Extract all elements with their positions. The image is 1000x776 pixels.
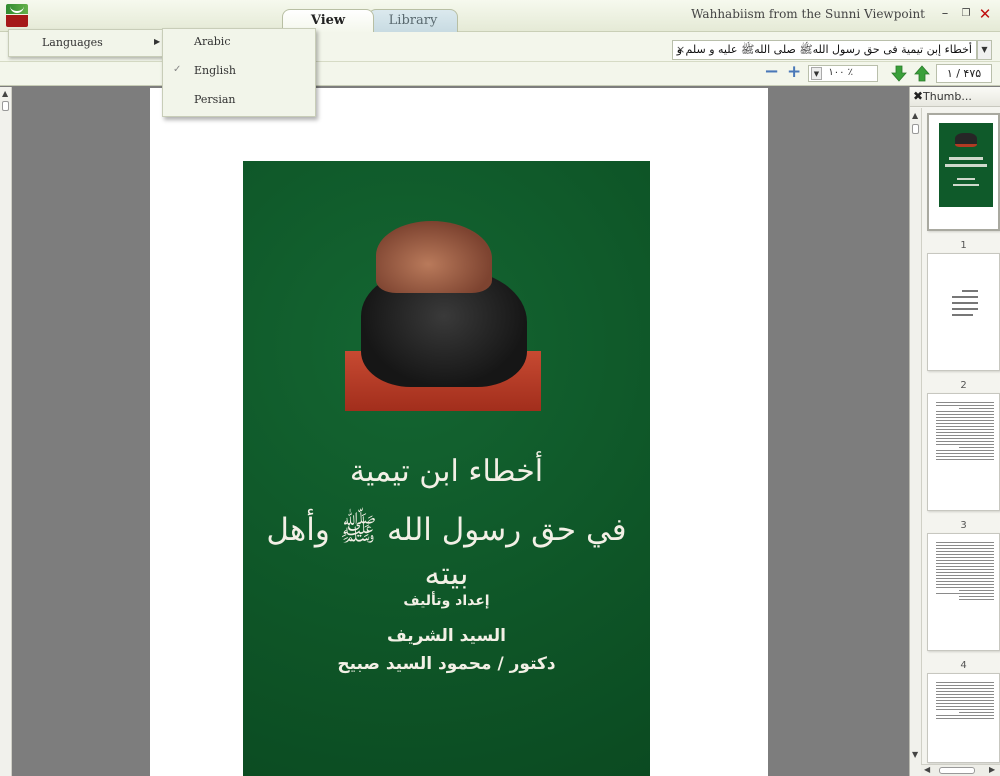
thumbnail-text-line xyxy=(957,178,975,180)
cover-author-line2: دكتور / محمود السيد صبيح xyxy=(337,654,556,674)
scroll-left-icon[interactable]: ◀ xyxy=(924,765,930,774)
thumbnail-page-5[interactable] xyxy=(927,673,1000,763)
thumbnail-header-label: Thumb... xyxy=(923,90,972,103)
chevron-down-icon[interactable]: ▼ xyxy=(811,67,822,80)
window-title: Wahhabiism from the Sunni Viewpoint xyxy=(691,7,925,21)
thumbnail-page-4[interactable] xyxy=(927,533,1000,651)
scroll-up-icon[interactable]: ▲ xyxy=(2,89,8,98)
minimize-button[interactable]: – xyxy=(936,7,954,23)
document-viewer[interactable]: أخطاء ابن تيمية في حق رسول الله ﷺ وأهل ب… xyxy=(13,87,909,776)
languages-label: Languages xyxy=(42,36,103,49)
checkmark-icon: ✓ xyxy=(173,64,182,75)
app-logo[interactable] xyxy=(4,4,30,28)
cover-author-line1: السيد الشريف xyxy=(387,626,506,646)
thumbnail-page-2[interactable] xyxy=(927,253,1000,371)
book-title-text: أخطاء إبن تيمية فى حق رسول اللهﷺ صلى الل… xyxy=(673,43,972,56)
language-option-english[interactable]: ✓ English xyxy=(163,58,315,84)
logo-red-band xyxy=(6,15,28,27)
submenu-arrow-icon: ▶ xyxy=(154,37,161,46)
thumbnail-text-line xyxy=(949,157,983,160)
thumbnail-text-line xyxy=(953,184,979,186)
restore-button[interactable]: ❐ xyxy=(957,7,975,23)
thumbnail-text-block xyxy=(936,402,994,462)
next-page-icon[interactable] xyxy=(891,65,907,82)
scroll-up-icon[interactable]: ▲ xyxy=(912,111,918,120)
thumbnail-text-block xyxy=(936,682,994,721)
title-bar: View Library Wahhabiism from the Sunni V… xyxy=(0,0,1000,32)
document-page: أخطاء ابن تيمية في حق رسول الله ﷺ وأهل ب… xyxy=(150,88,768,776)
cover-title-line2: في حق رسول الله ﷺ وأهل بيته xyxy=(266,512,627,592)
language-option-persian[interactable]: Persian xyxy=(163,87,315,113)
zoom-in-button[interactable]: + xyxy=(787,64,801,81)
thumbnail-cover-image xyxy=(939,123,993,207)
zoom-select[interactable]: ▼ ۱۰۰ ٪ xyxy=(808,65,878,82)
cover-prepared-by: إعداد وتأليف xyxy=(403,593,490,609)
thumbnail-text-block xyxy=(936,542,994,602)
relic-top-image xyxy=(376,221,492,293)
zoom-out-button[interactable]: − xyxy=(764,63,779,81)
page-number-field[interactable]: ۱ / ۴۷۵ xyxy=(936,64,992,83)
thumbnail-scrollbar[interactable]: ▲ ▼ xyxy=(910,108,922,776)
thumbnail-panel: ✖ Thumb... ▲ ▼ 1 2 3 4 xyxy=(909,87,1000,776)
thumbnail-header: ✖ Thumb... xyxy=(910,87,1000,107)
thumbnail-text-block xyxy=(952,290,978,320)
language-label: Persian xyxy=(194,93,236,106)
thumbnail-relic xyxy=(955,133,977,147)
language-label: English xyxy=(194,64,236,77)
document-vertical-scrollbar[interactable]: ▲ xyxy=(0,87,12,776)
scroll-thumb[interactable] xyxy=(2,101,9,111)
scroll-right-icon[interactable]: ▶ xyxy=(989,765,995,774)
thumbnail-number: 4 xyxy=(960,660,967,671)
thumbnail-page-3[interactable] xyxy=(927,393,1000,511)
scroll-thumb[interactable] xyxy=(912,124,919,134)
scroll-down-icon[interactable]: ▼ xyxy=(912,750,918,759)
book-dropdown-button[interactable]: ▼ xyxy=(977,40,992,60)
languages-menu-item[interactable]: Languages ▶ xyxy=(8,29,163,57)
languages-submenu: Arabic ✓ English Persian xyxy=(162,28,316,117)
thumbnail-number: 3 xyxy=(960,520,967,531)
book-cover: أخطاء ابن تيمية في حق رسول الله ﷺ وأهل ب… xyxy=(243,161,650,776)
thumbnail-number: 1 xyxy=(960,240,967,251)
close-panel-icon[interactable]: ✖ xyxy=(913,89,923,103)
scroll-thumb[interactable] xyxy=(939,767,975,774)
close-button[interactable]: ✕ xyxy=(976,7,994,23)
zoom-value: ۱۰۰ ٪ xyxy=(828,67,853,78)
previous-page-icon[interactable] xyxy=(914,65,930,82)
thumbnail-page-1[interactable] xyxy=(927,113,1000,231)
book-title-box[interactable]: × أخطاء إبن تيمية فى حق رسول اللهﷺ صلى ا… xyxy=(672,40,977,60)
language-option-arabic[interactable]: Arabic xyxy=(163,29,315,55)
thumbnail-horizontal-scrollbar[interactable]: ◀ ▶ xyxy=(921,764,1000,776)
thumbnail-text-line xyxy=(945,164,987,167)
cover-title-line1: أخطاء ابن تيمية xyxy=(349,454,544,489)
tab-library[interactable]: Library xyxy=(368,9,458,32)
toolbar-navigation: − + ▼ ۱۰۰ ٪ ۱ / ۴۷۵ xyxy=(0,62,1000,86)
language-label: Arabic xyxy=(194,35,231,48)
thumbnail-number: 2 xyxy=(960,380,967,391)
